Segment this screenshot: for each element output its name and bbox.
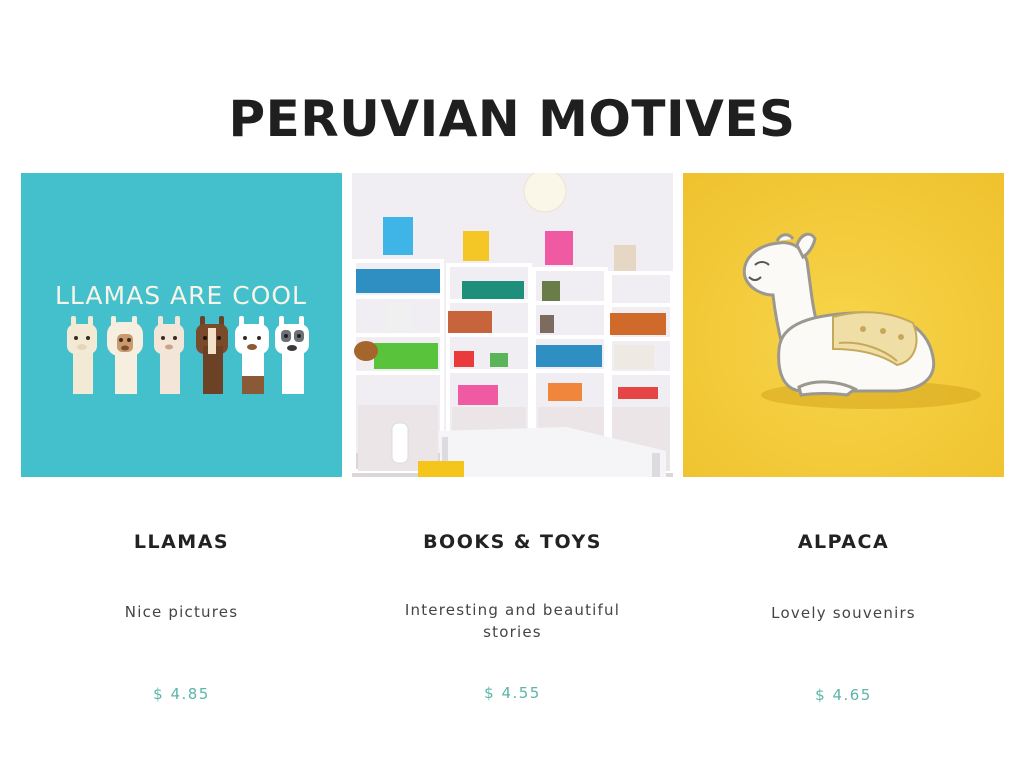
product-name[interactable]: LLAMAS <box>21 531 342 553</box>
product-name[interactable]: ALPACA <box>683 531 1004 553</box>
kids-room-bookshelf-image[interactable] <box>352 173 673 477</box>
alpaca-pin-image[interactable] <box>683 173 1004 477</box>
product-name[interactable]: BOOKS & TOYS <box>352 531 673 553</box>
product-price: $ 4.55 <box>484 684 541 702</box>
product-description: Nice pictures <box>124 603 239 621</box>
llamas-poster-image[interactable]: LLAMAS ARE COOL <box>21 173 342 477</box>
product-card-alpaca[interactable]: ALPACA Lovely souvenirs $ 4.65 <box>683 173 1004 704</box>
product-card-llamas[interactable]: LLAMAS ARE COOL LLAMAS Nice pictures $ 4… <box>21 173 342 703</box>
product-price: $ 4.65 <box>815 686 872 704</box>
product-description: Lovely souvenirs <box>771 604 916 622</box>
product-price: $ 4.85 <box>153 685 210 703</box>
product-description: Interesting and beautiful stories <box>404 601 621 641</box>
page-title: PERUVIAN MOTIVES <box>228 89 796 148</box>
product-card-books-toys[interactable]: BOOKS & TOYS Interesting and beautiful s… <box>352 173 673 702</box>
poster-caption: LLAMAS ARE COOL <box>55 281 307 310</box>
